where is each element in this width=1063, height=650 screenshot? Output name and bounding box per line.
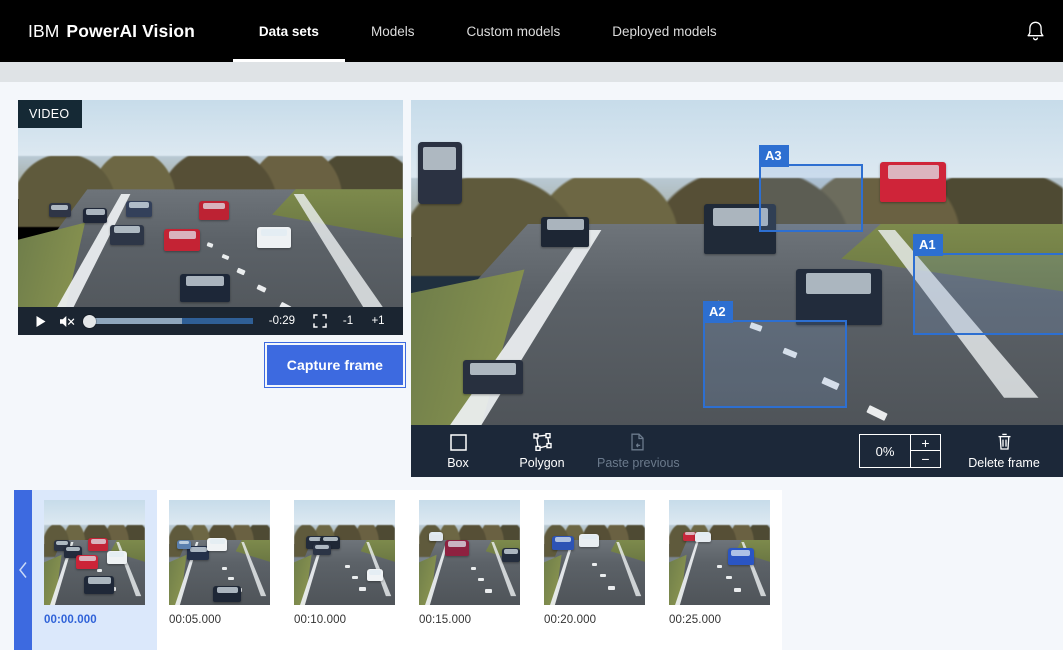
video-player-panel: VIDEO -0:29 -1 +1 Capture frame — [18, 100, 407, 388]
polygon-tool-label: Polygon — [519, 455, 565, 470]
box-tool-label: Box — [447, 455, 469, 470]
zoom-value: 0% — [875, 443, 895, 459]
main-content: VIDEO -0:29 -1 +1 Capture frame A3 A2 A1… — [0, 82, 1063, 482]
tab-data-sets[interactable]: Data sets — [232, 0, 346, 62]
app-header: IBM PowerAI Vision Data sets Models Cust… — [0, 0, 1063, 62]
header-underbar — [0, 62, 1063, 82]
tab-data-sets-label: Data sets — [258, 23, 319, 39]
zoom-in-button[interactable]: + — [911, 435, 940, 451]
fullscreen-button[interactable] — [307, 308, 333, 334]
notifications-button[interactable] — [1007, 0, 1063, 62]
delete-frame-button[interactable]: Delete frame — [967, 433, 1041, 470]
filmstrip-items: 00:00.000 00:05.000 00:10.000 00:15.000 … — [32, 490, 923, 650]
tab-models[interactable]: Models — [345, 0, 441, 62]
play-button[interactable] — [28, 308, 54, 334]
filmstrip-tail — [922, 490, 1063, 650]
filmstrip-prev-button[interactable] — [14, 490, 32, 650]
polygon-tool-button[interactable]: Polygon — [513, 433, 571, 470]
main-navigation: Data sets Models Custom models Deployed … — [232, 0, 743, 62]
capture-frame-row: Capture frame — [18, 342, 407, 388]
fullscreen-icon — [313, 314, 327, 328]
brand-prefix: IBM — [28, 20, 60, 41]
brand-name: PowerAI Vision — [66, 20, 195, 41]
frame-thumbnail-5 — [669, 500, 770, 605]
annotation-canvas[interactable]: A3 A2 A1 — [411, 100, 1063, 425]
video-time-remaining: -0:29 — [268, 315, 295, 327]
frame-timestamp-0: 00:00.000 — [44, 614, 97, 626]
frame-item-2[interactable]: 00:10.000 — [282, 490, 407, 650]
header-spacer — [743, 0, 1007, 62]
capture-frame-button[interactable]: Capture frame — [263, 342, 407, 388]
frame-timestamp-2: 00:10.000 — [294, 614, 347, 626]
tab-deployed-models[interactable]: Deployed models — [586, 0, 742, 62]
progress-handle[interactable] — [83, 314, 96, 328]
frame-item-4[interactable]: 00:20.000 — [532, 490, 657, 650]
bounding-box-a2[interactable]: A2 — [703, 301, 847, 408]
delete-frame-label: Delete frame — [968, 455, 1040, 470]
video-progress-slider[interactable] — [83, 308, 253, 334]
paste-previous-label: Paste previous — [597, 455, 680, 470]
video-stage[interactable]: VIDEO -0:29 -1 +1 — [18, 100, 403, 335]
frame-thumbnail-3 — [419, 500, 520, 605]
trash-icon — [996, 433, 1013, 452]
tab-custom-models-label: Custom models — [466, 23, 561, 39]
bounding-box-a3[interactable]: A3 — [759, 145, 863, 232]
frame-item-1[interactable]: 00:05.000 — [157, 490, 282, 650]
tab-deployed-models-label: Deployed models — [612, 23, 717, 39]
annotation-panel: A3 A2 A1 Box Polygon Paste previous 0% +… — [411, 100, 1063, 477]
frame-timestamp-5: 00:25.000 — [669, 614, 722, 626]
bounding-box-a3-label: A3 — [759, 145, 789, 167]
frame-thumbnail-0 — [44, 500, 145, 605]
mute-button[interactable] — [54, 308, 80, 334]
zoom-stepper: 0% + − — [859, 434, 941, 468]
square-icon — [449, 433, 467, 452]
box-tool-button[interactable]: Box — [429, 433, 487, 470]
progress-buffered — [84, 318, 183, 324]
progress-loaded — [182, 318, 253, 324]
annotation-toolbar: Box Polygon Paste previous 0% + − Delete… — [411, 425, 1063, 477]
frame-item-5[interactable]: 00:25.000 — [657, 490, 782, 650]
bounding-box-a1[interactable]: A1 — [913, 234, 1063, 335]
frame-timestamp-3: 00:15.000 — [419, 614, 472, 626]
frame-thumbnail-4 — [544, 500, 645, 605]
tab-custom-models[interactable]: Custom models — [440, 0, 586, 62]
zoom-buttons: + − — [910, 435, 940, 467]
frame-filmstrip: 00:00.000 00:05.000 00:10.000 00:15.000 … — [0, 482, 1063, 650]
paste-icon — [630, 433, 646, 452]
video-controls-bar: -0:29 -1 +1 — [18, 307, 403, 335]
step-back-button[interactable]: -1 — [333, 315, 363, 327]
frame-thumbnail-1 — [169, 500, 270, 605]
bell-icon — [1025, 20, 1046, 43]
video-frame-image — [18, 100, 403, 335]
frame-item-0[interactable]: 00:00.000 — [32, 490, 157, 650]
chevron-left-icon — [18, 561, 29, 579]
frame-thumbnail-2 — [294, 500, 395, 605]
play-icon — [35, 315, 47, 328]
polygon-icon — [532, 433, 552, 452]
frame-timestamp-1: 00:05.000 — [169, 614, 222, 626]
frame-timestamp-4: 00:20.000 — [544, 614, 597, 626]
volume-muted-icon — [59, 314, 76, 329]
bounding-box-a2-label: A2 — [703, 301, 733, 323]
app-brand: IBM PowerAI Vision — [0, 0, 195, 62]
bounding-box-a1-label: A1 — [913, 234, 943, 256]
video-type-badge: VIDEO — [18, 100, 83, 128]
zoom-out-button[interactable]: − — [911, 451, 940, 467]
frame-item-3[interactable]: 00:15.000 — [407, 490, 532, 650]
progress-track — [84, 318, 253, 324]
paste-previous-button: Paste previous — [597, 433, 680, 470]
step-forward-button[interactable]: +1 — [363, 315, 393, 327]
tab-models-label: Models — [370, 23, 415, 39]
